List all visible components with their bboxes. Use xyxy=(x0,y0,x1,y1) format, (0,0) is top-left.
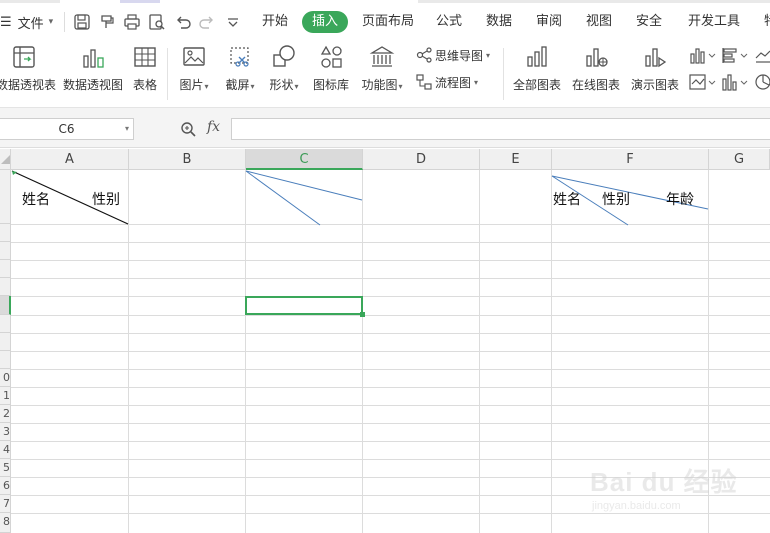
cell-f1-name: 姓名 xyxy=(553,192,581,208)
selected-cell-c6[interactable] xyxy=(245,296,365,317)
cell-f1-gender: 性别 xyxy=(602,192,630,208)
watermark-brand: Bai du 经验 xyxy=(590,467,738,497)
diagonal-line-c1-lower[interactable] xyxy=(245,170,321,226)
cell-f1-age: 年龄 xyxy=(666,192,694,208)
cell-a1-gender: 性别 xyxy=(92,192,120,208)
watermark-url: jingyan.baidu.com xyxy=(592,500,681,512)
watermark: Bai du 经验 jingyan.baidu.com xyxy=(590,450,740,520)
cell-a1-name: 姓名 xyxy=(22,192,50,208)
diagonal-line-c1-upper[interactable] xyxy=(245,170,363,201)
